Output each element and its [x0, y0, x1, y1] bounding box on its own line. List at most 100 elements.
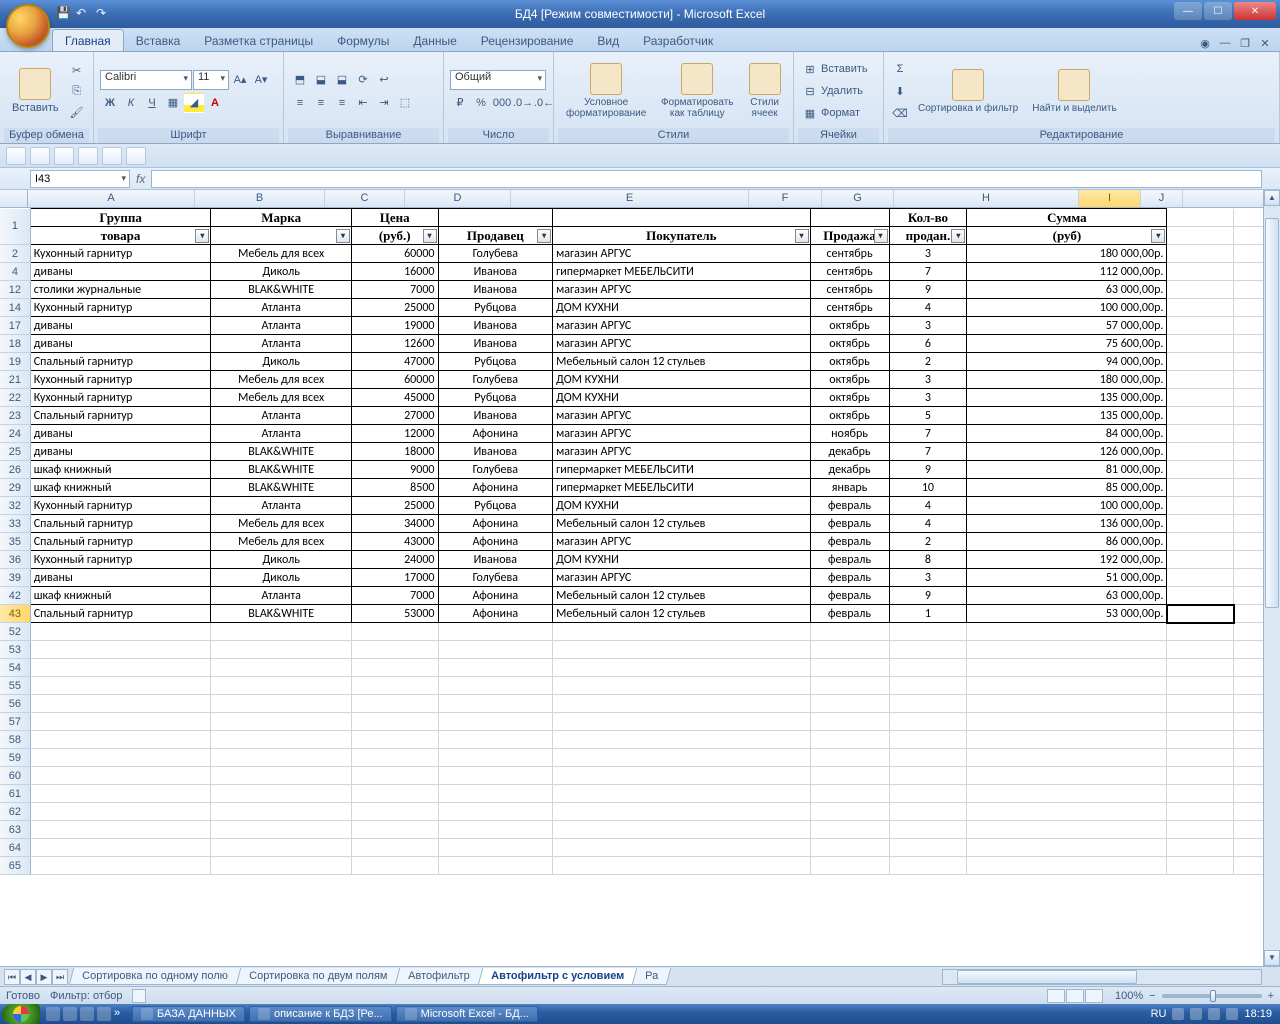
cell[interactable]: Афонина — [438, 605, 553, 623]
row-header[interactable]: 52 — [0, 623, 30, 641]
cell[interactable] — [553, 209, 810, 227]
cell[interactable]: BLAK&WHITE — [211, 605, 352, 623]
cell[interactable]: 135 000,00р. — [967, 407, 1167, 425]
cell[interactable] — [810, 677, 889, 695]
cell[interactable] — [351, 641, 438, 659]
cell[interactable]: Голубева — [438, 371, 553, 389]
italic-button[interactable]: К — [121, 93, 141, 113]
decrease-decimal-icon[interactable]: .0← — [534, 93, 554, 113]
cell[interactable]: сентябрь — [810, 245, 889, 263]
restore-window-icon[interactable]: ❐ — [1238, 37, 1252, 51]
start-button[interactable] — [2, 1004, 40, 1024]
row-header[interactable]: 22 — [0, 389, 30, 407]
cell[interactable] — [553, 659, 810, 677]
cell[interactable]: 100 000,00р. — [967, 497, 1167, 515]
cell[interactable]: 94 000,00р. — [967, 353, 1167, 371]
cell[interactable] — [351, 857, 438, 875]
cell[interactable]: Спальный гарнитур — [30, 353, 211, 371]
row-header[interactable]: 61 — [0, 785, 30, 803]
row-header[interactable]: 65 — [0, 857, 30, 875]
cell[interactable]: ДОМ КУХНИ — [553, 371, 810, 389]
cell[interactable]: Сумма — [967, 209, 1167, 227]
cell[interactable] — [1167, 803, 1234, 821]
row-header[interactable]: 55 — [0, 677, 30, 695]
zoom-value[interactable]: 100% — [1115, 990, 1143, 1002]
ribbon-tab[interactable]: Разработчик — [631, 30, 725, 51]
cell[interactable] — [553, 821, 810, 839]
cell[interactable] — [889, 785, 967, 803]
cell[interactable]: Афонина — [438, 479, 553, 497]
copy-icon[interactable]: ⎘ — [67, 81, 87, 101]
cell[interactable]: Цена — [351, 209, 438, 227]
cell[interactable] — [810, 785, 889, 803]
borders-icon[interactable]: ▦ — [163, 93, 183, 113]
align-right-icon[interactable]: ≡ — [332, 93, 352, 113]
font-name-combo[interactable]: Calibri — [100, 70, 192, 90]
row-header[interactable]: 58 — [0, 731, 30, 749]
cell[interactable] — [438, 713, 553, 731]
cell[interactable]: Спальный гарнитур — [30, 407, 211, 425]
align-bottom-icon[interactable]: ⬓ — [332, 70, 352, 90]
cell[interactable]: 60000 — [351, 371, 438, 389]
cell[interactable]: 16000 — [351, 263, 438, 281]
cell[interactable]: Иванова — [438, 407, 553, 425]
row-header[interactable]: 36 — [0, 551, 30, 569]
cell[interactable] — [438, 659, 553, 677]
cell[interactable] — [553, 839, 810, 857]
minimize-button[interactable]: — — [1174, 2, 1202, 20]
grow-font-icon[interactable]: A▴ — [230, 70, 250, 90]
page-break-view-icon[interactable] — [1085, 989, 1103, 1003]
cell[interactable] — [1167, 659, 1234, 677]
qat-button[interactable] — [54, 147, 74, 165]
cell[interactable]: Диколь — [211, 263, 352, 281]
cell[interactable]: BLAK&WHITE — [211, 479, 352, 497]
qat-button[interactable] — [78, 147, 98, 165]
horizontal-scrollbar[interactable] — [942, 969, 1262, 985]
cell[interactable]: 7 — [889, 425, 967, 443]
cell[interactable] — [889, 821, 967, 839]
cell[interactable]: шкаф книжный — [30, 479, 211, 497]
sheet-tab[interactable]: Ра — [632, 968, 672, 985]
orientation-icon[interactable]: ⟳ — [353, 70, 373, 90]
cell[interactable] — [1167, 335, 1234, 353]
row-header[interactable]: 12 — [0, 281, 30, 299]
clear-icon[interactable]: ⌫ — [890, 103, 910, 123]
cell[interactable]: Рубцова — [438, 389, 553, 407]
cell[interactable] — [1167, 263, 1234, 281]
cell[interactable] — [211, 857, 352, 875]
cell[interactable]: Атланта — [211, 335, 352, 353]
cell[interactable] — [1167, 857, 1234, 875]
cell[interactable]: 2 — [889, 353, 967, 371]
cell[interactable]: 63 000,00р. — [967, 587, 1167, 605]
cell[interactable] — [211, 641, 352, 659]
cell[interactable] — [967, 839, 1167, 857]
cell[interactable]: 81 000,00р. — [967, 461, 1167, 479]
cell[interactable]: январь — [810, 479, 889, 497]
cell[interactable]: 9 — [889, 461, 967, 479]
undo-icon[interactable]: ↶ — [76, 6, 92, 22]
cell[interactable] — [30, 713, 211, 731]
qat-button[interactable] — [126, 147, 146, 165]
cell[interactable]: 126 000,00р. — [967, 443, 1167, 461]
cell[interactable]: Продавец▾ — [438, 227, 553, 245]
cell[interactable] — [438, 821, 553, 839]
save-icon[interactable]: 💾 — [56, 6, 72, 22]
cell[interactable] — [351, 749, 438, 767]
cell[interactable]: BLAK&WHITE — [211, 443, 352, 461]
cell[interactable]: февраль — [810, 551, 889, 569]
cell[interactable]: декабрь — [810, 461, 889, 479]
cell[interactable] — [810, 623, 889, 641]
cell[interactable] — [1167, 533, 1234, 551]
cell[interactable] — [1167, 551, 1234, 569]
cell[interactable] — [967, 785, 1167, 803]
fill-icon[interactable]: ⬇ — [890, 81, 910, 101]
normal-view-icon[interactable] — [1047, 989, 1065, 1003]
cell[interactable] — [967, 821, 1167, 839]
ribbon-tab[interactable]: Рецензирование — [469, 30, 586, 51]
cell[interactable]: Афонина — [438, 515, 553, 533]
quicklaunch-chevron-icon[interactable]: » — [114, 1007, 128, 1021]
row-header[interactable]: 23 — [0, 407, 30, 425]
cell[interactable] — [438, 641, 553, 659]
cell[interactable]: Диколь — [211, 569, 352, 587]
cell[interactable] — [211, 839, 352, 857]
